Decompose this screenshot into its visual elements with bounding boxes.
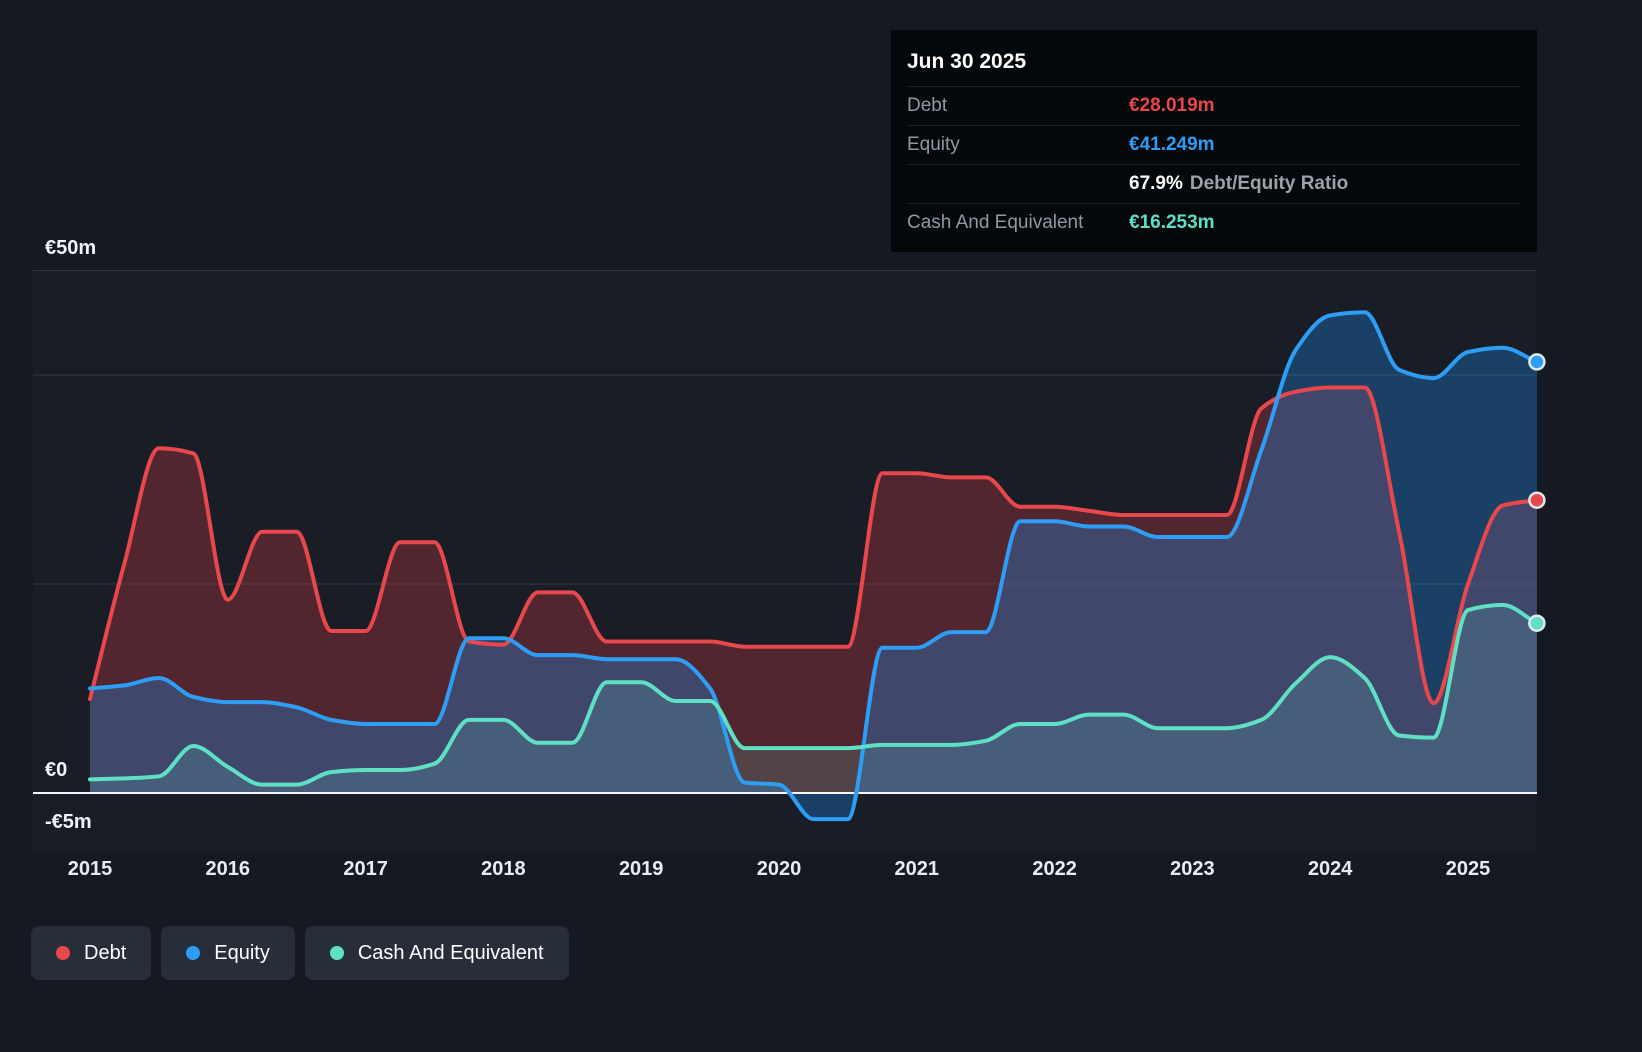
tooltip-row: Debt €28.019m bbox=[907, 86, 1521, 125]
x-axis-label: 2021 bbox=[894, 858, 940, 880]
x-axis-label: 2019 bbox=[618, 858, 664, 880]
tooltip-row: Equity €41.249m bbox=[907, 125, 1521, 164]
debt-end-marker bbox=[1528, 491, 1546, 509]
x-axis-label: 2016 bbox=[205, 858, 251, 880]
tooltip-row: Cash And Equivalent €16.253m bbox=[907, 203, 1521, 242]
x-axis-label: 2018 bbox=[481, 858, 526, 880]
legend-item-label: Debt bbox=[84, 941, 127, 964]
tooltip-panel: Jun 30 2025 Debt €28.019m Equity €41.249m 67… bbox=[891, 30, 1537, 252]
legend-item-label: Equity bbox=[214, 941, 270, 964]
legend-swatch-icon bbox=[329, 946, 344, 960]
chart-root: €50m €0 -€5m 2015 2016 2017 2018 2019 2020 2021 2… bbox=[0, 0, 1642, 1052]
tooltip-row-suffix: Debt/Equity Ratio bbox=[1189, 173, 1349, 194]
legend-item-cash-and-equivalent[interactable]: Cash And Equivalent bbox=[304, 926, 569, 980]
x-axis-label: 2023 bbox=[1170, 858, 1215, 880]
tooltip-row-value: €16.253m bbox=[1129, 212, 1215, 233]
equity-end-marker bbox=[1528, 353, 1546, 371]
tooltip-row-value: 67.9% Debt/Equity Ratio bbox=[1129, 173, 1349, 194]
x-axis-label: 2024 bbox=[1307, 858, 1353, 880]
tooltip-date: Jun 30 2025 bbox=[907, 50, 1027, 73]
tooltip-row-value: €41.249m bbox=[1129, 134, 1215, 155]
x-axis-label: 2025 bbox=[1445, 858, 1491, 880]
legend-swatch-icon bbox=[186, 946, 201, 960]
tooltip-row-value: €28.019m bbox=[1129, 95, 1215, 116]
cash-and-equivalent-end-marker bbox=[1528, 614, 1546, 632]
tooltip-row-label: Equity bbox=[907, 134, 960, 155]
y-axis-label: €50m bbox=[45, 236, 97, 259]
legend: Debt Equity Cash And Equivalent bbox=[31, 926, 569, 980]
tooltip-row-label: Debt bbox=[907, 95, 948, 116]
tooltip-row: 67.9% Debt/Equity Ratio bbox=[907, 164, 1521, 203]
x-axis-label: 2017 bbox=[343, 858, 388, 880]
y-axis-label: €0 bbox=[45, 759, 68, 781]
legend-item-label: Cash And Equivalent bbox=[357, 941, 544, 964]
legend-item-debt[interactable]: Debt bbox=[31, 926, 152, 980]
y-axis-label: -€5m bbox=[45, 811, 92, 834]
x-axis-label: 2020 bbox=[756, 858, 802, 880]
legend-swatch-icon bbox=[56, 946, 70, 960]
tooltip-row-label: Cash And Equivalent bbox=[907, 212, 1084, 233]
legend-item-equity[interactable]: Equity bbox=[161, 926, 295, 980]
tooltip-rows: Debt €28.019m Equity €41.249m 67.9% Debt/Equi… bbox=[907, 86, 1521, 242]
x-axis-label: 2022 bbox=[1032, 858, 1077, 880]
x-axis-label: 2015 bbox=[67, 858, 113, 880]
